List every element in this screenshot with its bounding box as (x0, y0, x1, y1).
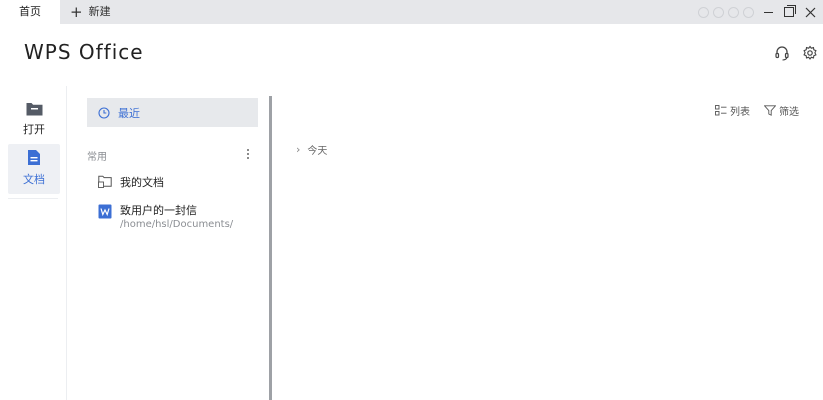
wps-writer-icon (98, 204, 112, 219)
tray-icon (698, 6, 709, 18)
more-options-button[interactable] (245, 148, 251, 160)
support-button[interactable] (773, 44, 791, 62)
left-rail: 打开 文档 (0, 86, 67, 400)
restore-icon (784, 5, 796, 17)
more-vertical-icon (247, 149, 249, 159)
minimize-button[interactable] (761, 5, 775, 19)
list-view-button[interactable]: 列表 (715, 103, 750, 118)
gear-icon (803, 45, 817, 60)
plus-icon: + (70, 3, 83, 21)
rail-item-docs-label: 文档 (23, 173, 45, 186)
tray-icons (698, 6, 754, 18)
group-header-today[interactable]: › 今天 (296, 142, 327, 157)
window-controls (698, 0, 823, 24)
list-icon (715, 105, 727, 116)
list-item-title: 致用户的一封信 (120, 204, 197, 217)
folder-outline-icon (98, 175, 112, 188)
tray-icon (713, 6, 724, 18)
panel-splitter[interactable] (269, 96, 272, 400)
settings-button[interactable] (801, 44, 819, 62)
minimize-icon (763, 11, 773, 13)
rail-item-docs[interactable]: 文档 (8, 144, 60, 194)
rail-item-open[interactable]: 打开 (8, 94, 60, 144)
new-tab-button[interactable]: + 新建 (70, 0, 111, 24)
new-tab-label: 新建 (88, 5, 111, 18)
tab-bar: 首页 + 新建 (0, 0, 823, 24)
section-label-frequent: 常用 (87, 152, 107, 163)
filter-button[interactable]: 筛选 (764, 103, 799, 118)
list-item-path: /home/hsl/Documents/ (120, 219, 234, 230)
tray-icon (743, 6, 754, 18)
headset-icon (775, 46, 789, 61)
close-button[interactable] (803, 5, 817, 19)
list-item-letter[interactable]: 致用户的一封信 /home/hsl/Documents/ (98, 202, 233, 230)
rail-item-open-label: 打开 (23, 123, 45, 136)
list-item-my-documents[interactable]: 我的文档 (98, 174, 164, 190)
filter-label: 筛选 (779, 107, 799, 118)
location-panel: 最近 常用 我的文档 致用户的一封信 /home/hsl/Documents/ (67, 86, 269, 400)
recent-label: 最近 (118, 106, 140, 120)
clock-icon (98, 106, 110, 119)
view-toolbar: 列表 筛选 (715, 103, 799, 118)
folder-icon (26, 103, 42, 116)
list-item-title: 我的文档 (120, 176, 164, 189)
tray-icon (728, 6, 739, 18)
recent-item[interactable]: 最近 (87, 98, 258, 127)
filter-icon (764, 105, 776, 116)
close-icon (805, 7, 815, 17)
list-view-label: 列表 (730, 107, 750, 118)
header-icons (773, 44, 819, 62)
group-header-label: 今天 (307, 146, 328, 157)
app-logo: WPS Office (24, 40, 144, 64)
document-icon (28, 150, 40, 165)
tab-home[interactable]: 首页 (0, 0, 60, 24)
restore-button[interactable] (782, 5, 796, 19)
chevron-right-icon: › (296, 143, 301, 156)
rail-divider (8, 198, 58, 199)
